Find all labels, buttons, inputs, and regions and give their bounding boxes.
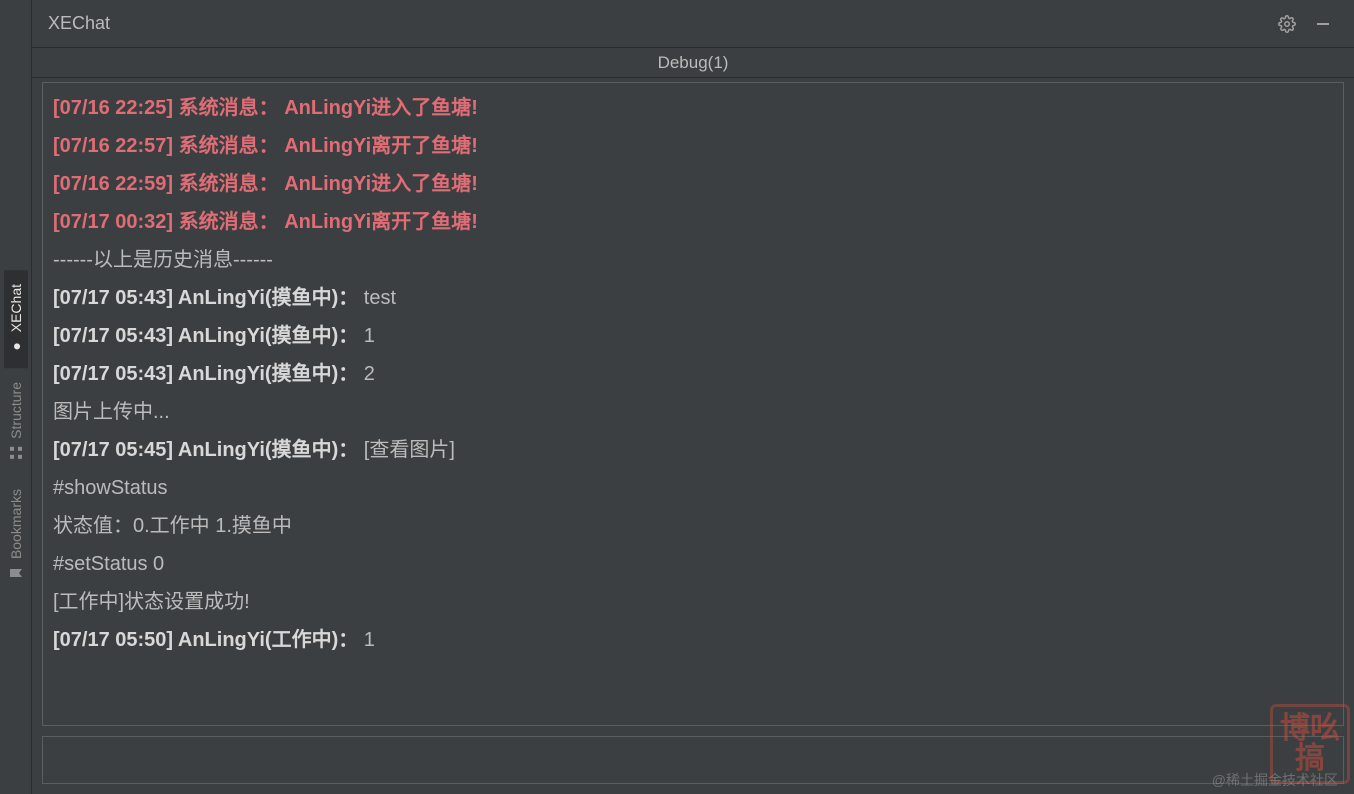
titlebar: XEChat — [32, 0, 1354, 48]
settings-button[interactable] — [1272, 9, 1302, 39]
log-line: [07/16 22:25] 系统消息： AnLingYi进入了鱼塘! — [53, 89, 1333, 127]
window-title: XEChat — [48, 13, 110, 34]
log-line: #showStatus — [53, 469, 1333, 507]
sidebar-tab-label: XEChat — [8, 284, 24, 332]
log-line: ------以上是历史消息------ — [53, 241, 1333, 279]
minimize-button[interactable] — [1308, 9, 1338, 39]
minimize-icon — [1315, 16, 1331, 32]
log-line: 状态值：0.工作中 1.摸鱼中 — [53, 507, 1333, 545]
log-line: [07/16 22:59] 系统消息： AnLingYi进入了鱼塘! — [53, 165, 1333, 203]
tab-debug[interactable]: Debug(1) — [658, 53, 729, 73]
sidebar-tab-bookmarks[interactable]: Bookmarks — [4, 475, 28, 595]
chat-input[interactable] — [51, 741, 1335, 779]
main-panel: XEChat Debug(1) [07/16 22:25] 系统消息： AnLi… — [32, 0, 1354, 794]
log-line: [07/17 00:32] 系统消息： AnLingYi离开了鱼塘! — [53, 203, 1333, 241]
chat-log[interactable]: [07/16 22:25] 系统消息： AnLingYi进入了鱼塘![07/16… — [42, 82, 1344, 726]
log-line: [07/17 05:43] AnLingYi(摸鱼中)： test — [53, 279, 1333, 317]
bookmark-icon — [8, 565, 24, 581]
chat-dot-icon: ● — [8, 338, 24, 354]
sidebar-tab-label: Structure — [8, 382, 24, 439]
sidebar: ● XEChat Structure Bookmarks — [0, 0, 32, 794]
content-area: [07/16 22:25] 系统消息： AnLingYi进入了鱼塘![07/16… — [32, 78, 1354, 794]
log-line: #setStatus 0 — [53, 545, 1333, 583]
gear-icon — [1278, 15, 1296, 33]
structure-icon — [8, 445, 24, 461]
sidebar-tab-xechat[interactable]: ● XEChat — [4, 270, 28, 368]
log-line: [07/17 05:50] AnLingYi(工作中)： 1 — [53, 621, 1333, 659]
tab-bar: Debug(1) — [32, 48, 1354, 78]
log-line: [07/17 05:43] AnLingYi(摸鱼中)： 2 — [53, 355, 1333, 393]
log-line: [07/16 22:57] 系统消息： AnLingYi离开了鱼塘! — [53, 127, 1333, 165]
sidebar-tab-label: Bookmarks — [8, 489, 24, 559]
log-line: [07/17 05:43] AnLingYi(摸鱼中)： 1 — [53, 317, 1333, 355]
sidebar-tab-structure[interactable]: Structure — [4, 368, 28, 475]
log-line: 图片上传中... — [53, 393, 1333, 431]
log-line: [07/17 05:45] AnLingYi(摸鱼中)： [查看图片] — [53, 431, 1333, 469]
input-area — [42, 736, 1344, 784]
log-line: [工作中]状态设置成功! — [53, 583, 1333, 621]
